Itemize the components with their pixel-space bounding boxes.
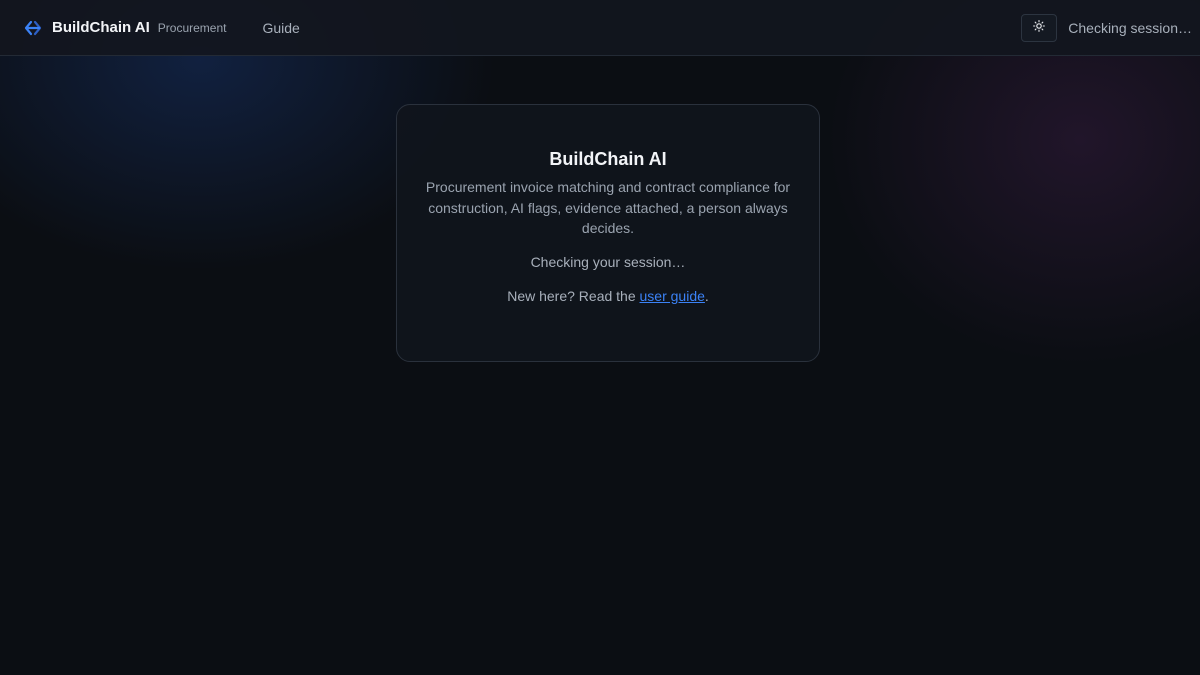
card-session-status: Checking your session…	[530, 253, 686, 270]
brand-tag: Procurement	[157, 20, 227, 35]
theme-toggle-button[interactable]	[1021, 13, 1058, 42]
brand-name: BuildChain AI	[52, 19, 150, 36]
card-description: Procurement invoice matching and contrac…	[425, 179, 791, 236]
brand[interactable]: BuildChain AI Procurement	[24, 19, 226, 37]
card-title: BuildChain AI	[549, 149, 667, 169]
sun-icon	[1033, 19, 1046, 37]
user-guide-link[interactable]: user guide	[640, 288, 705, 304]
buildchain-logo-icon	[24, 19, 42, 37]
nav-guide-link[interactable]: Guide	[262, 20, 299, 36]
guide-prefix: New here? Read the	[507, 287, 640, 304]
session-card: BuildChain AI Procurement invoice matchi…	[396, 104, 820, 362]
card-guide-note: New here? Read the user guide.	[421, 286, 795, 306]
session-status: Checking session…	[1068, 19, 1192, 36]
guide-suffix: .	[704, 287, 709, 304]
top-nav-bar: BuildChain AI Procurement Guide Checking…	[0, 0, 1200, 56]
